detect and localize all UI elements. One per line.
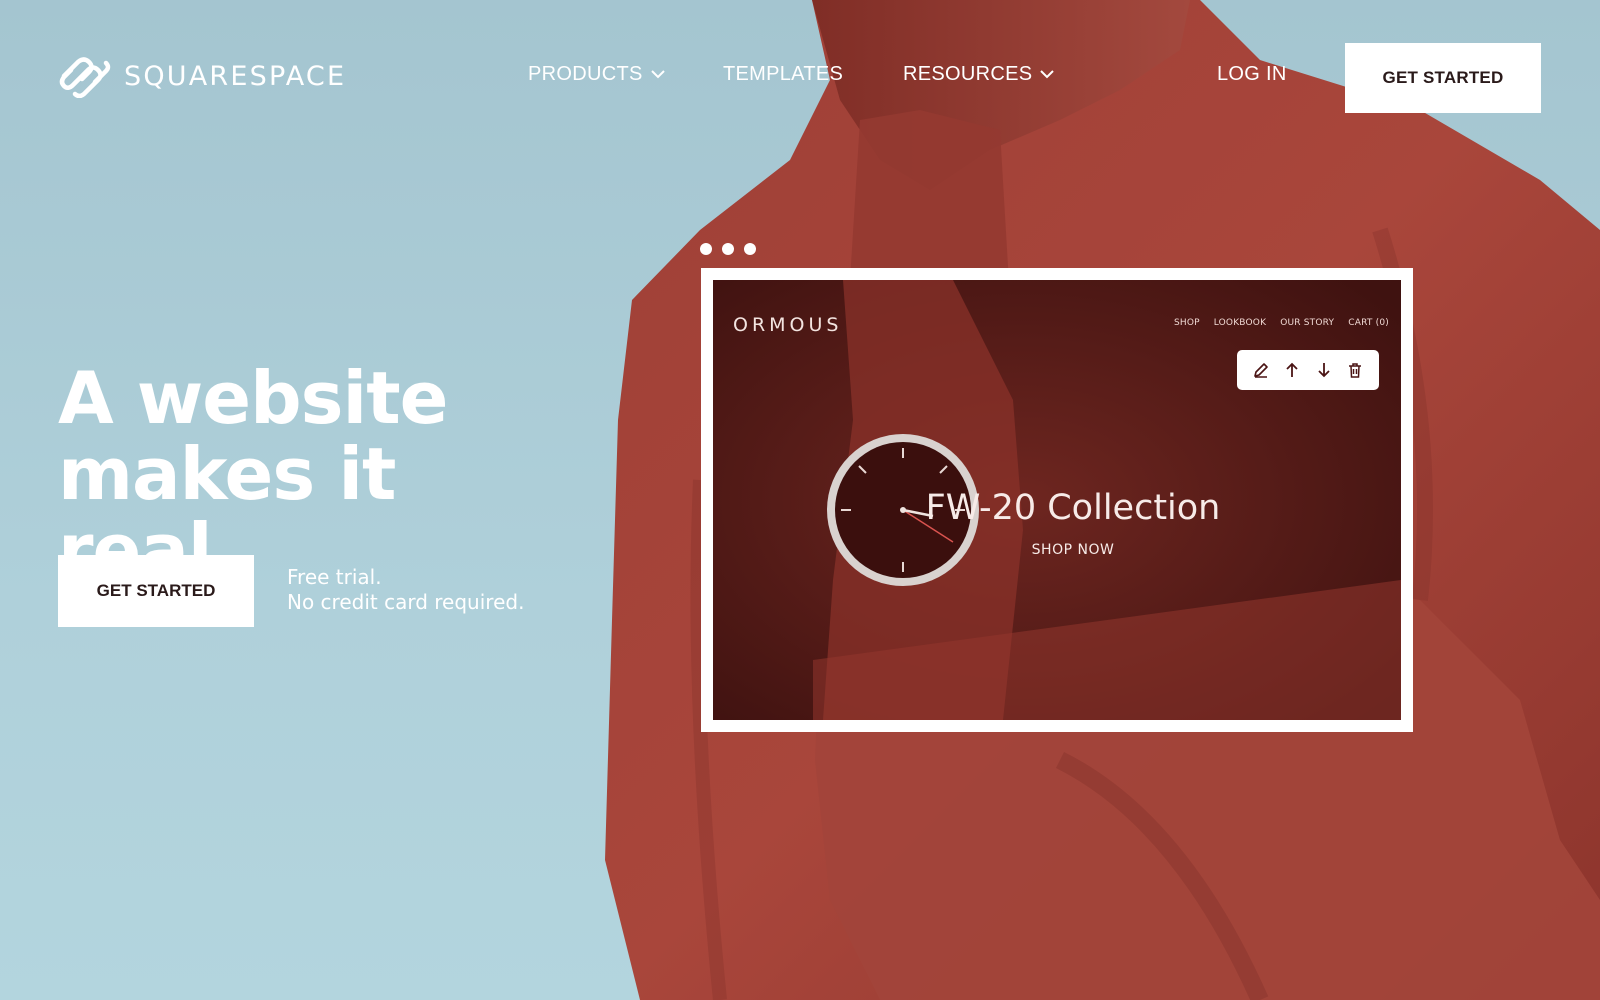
- login-link[interactable]: LOG IN: [1217, 63, 1287, 86]
- preview-nav: SHOP LOOKBOOK OUR STORY CART (0): [1174, 318, 1389, 328]
- move-down-button[interactable]: [1314, 360, 1334, 380]
- arrow-up-icon: [1286, 362, 1298, 377]
- edit-button[interactable]: [1251, 360, 1271, 380]
- preview-nav-item[interactable]: CART (0): [1348, 318, 1389, 328]
- site-header: SQUARESPACE PRODUCTS TEMPLATES RESOURCES…: [0, 0, 1600, 150]
- preview-brand-name: ORMOUS: [733, 314, 843, 336]
- window-dot: [744, 243, 756, 255]
- chevron-down-icon: [1040, 70, 1055, 79]
- block-edit-toolbar: [1237, 350, 1379, 390]
- header-get-started-button[interactable]: GET STARTED: [1345, 43, 1541, 113]
- preview-nav-item[interactable]: SHOP: [1174, 318, 1200, 328]
- nav-products[interactable]: PRODUCTS: [528, 63, 665, 86]
- brand-name: SQUARESPACE: [124, 60, 347, 92]
- trial-note-line1: Free trial.: [287, 565, 382, 589]
- hero-title: A website makes it real.: [58, 360, 598, 588]
- nav-templates[interactable]: TEMPLATES: [723, 63, 843, 86]
- pencil-icon: [1253, 363, 1268, 378]
- nav-products-label: PRODUCTS: [528, 63, 643, 85]
- preview-shop-now-link[interactable]: SHOP NOW: [1013, 542, 1133, 558]
- window-dot: [722, 243, 734, 255]
- website-preview-mockup: ORMOUS SHOP LOOKBOOK OUR STORY CART (0) …: [701, 268, 1413, 732]
- delete-button[interactable]: [1345, 360, 1365, 380]
- squarespace-logo[interactable]: SQUARESPACE: [58, 54, 346, 98]
- trial-note-line2: No credit card required.: [287, 590, 525, 614]
- hero-get-started-button[interactable]: GET STARTED: [58, 555, 254, 627]
- preview-headline: FW-20 Collection: [925, 488, 1221, 528]
- nav-templates-label: TEMPLATES: [723, 63, 844, 85]
- hero-title-line1: A website: [58, 356, 448, 440]
- move-up-button[interactable]: [1282, 360, 1302, 380]
- trial-note: Free trial. No credit card required.: [287, 565, 524, 615]
- preview-nav-item[interactable]: OUR STORY: [1280, 318, 1334, 328]
- preview-nav-item[interactable]: LOOKBOOK: [1214, 318, 1266, 328]
- nav-resources-label: RESOURCES: [903, 63, 1033, 85]
- squarespace-logo-icon: [59, 57, 111, 98]
- window-dot: [700, 243, 712, 255]
- nav-resources[interactable]: RESOURCES: [903, 63, 1055, 86]
- window-dots: [700, 243, 756, 255]
- chevron-down-icon: [650, 70, 665, 79]
- arrow-down-icon: [1318, 363, 1330, 378]
- trash-icon: [1349, 363, 1362, 378]
